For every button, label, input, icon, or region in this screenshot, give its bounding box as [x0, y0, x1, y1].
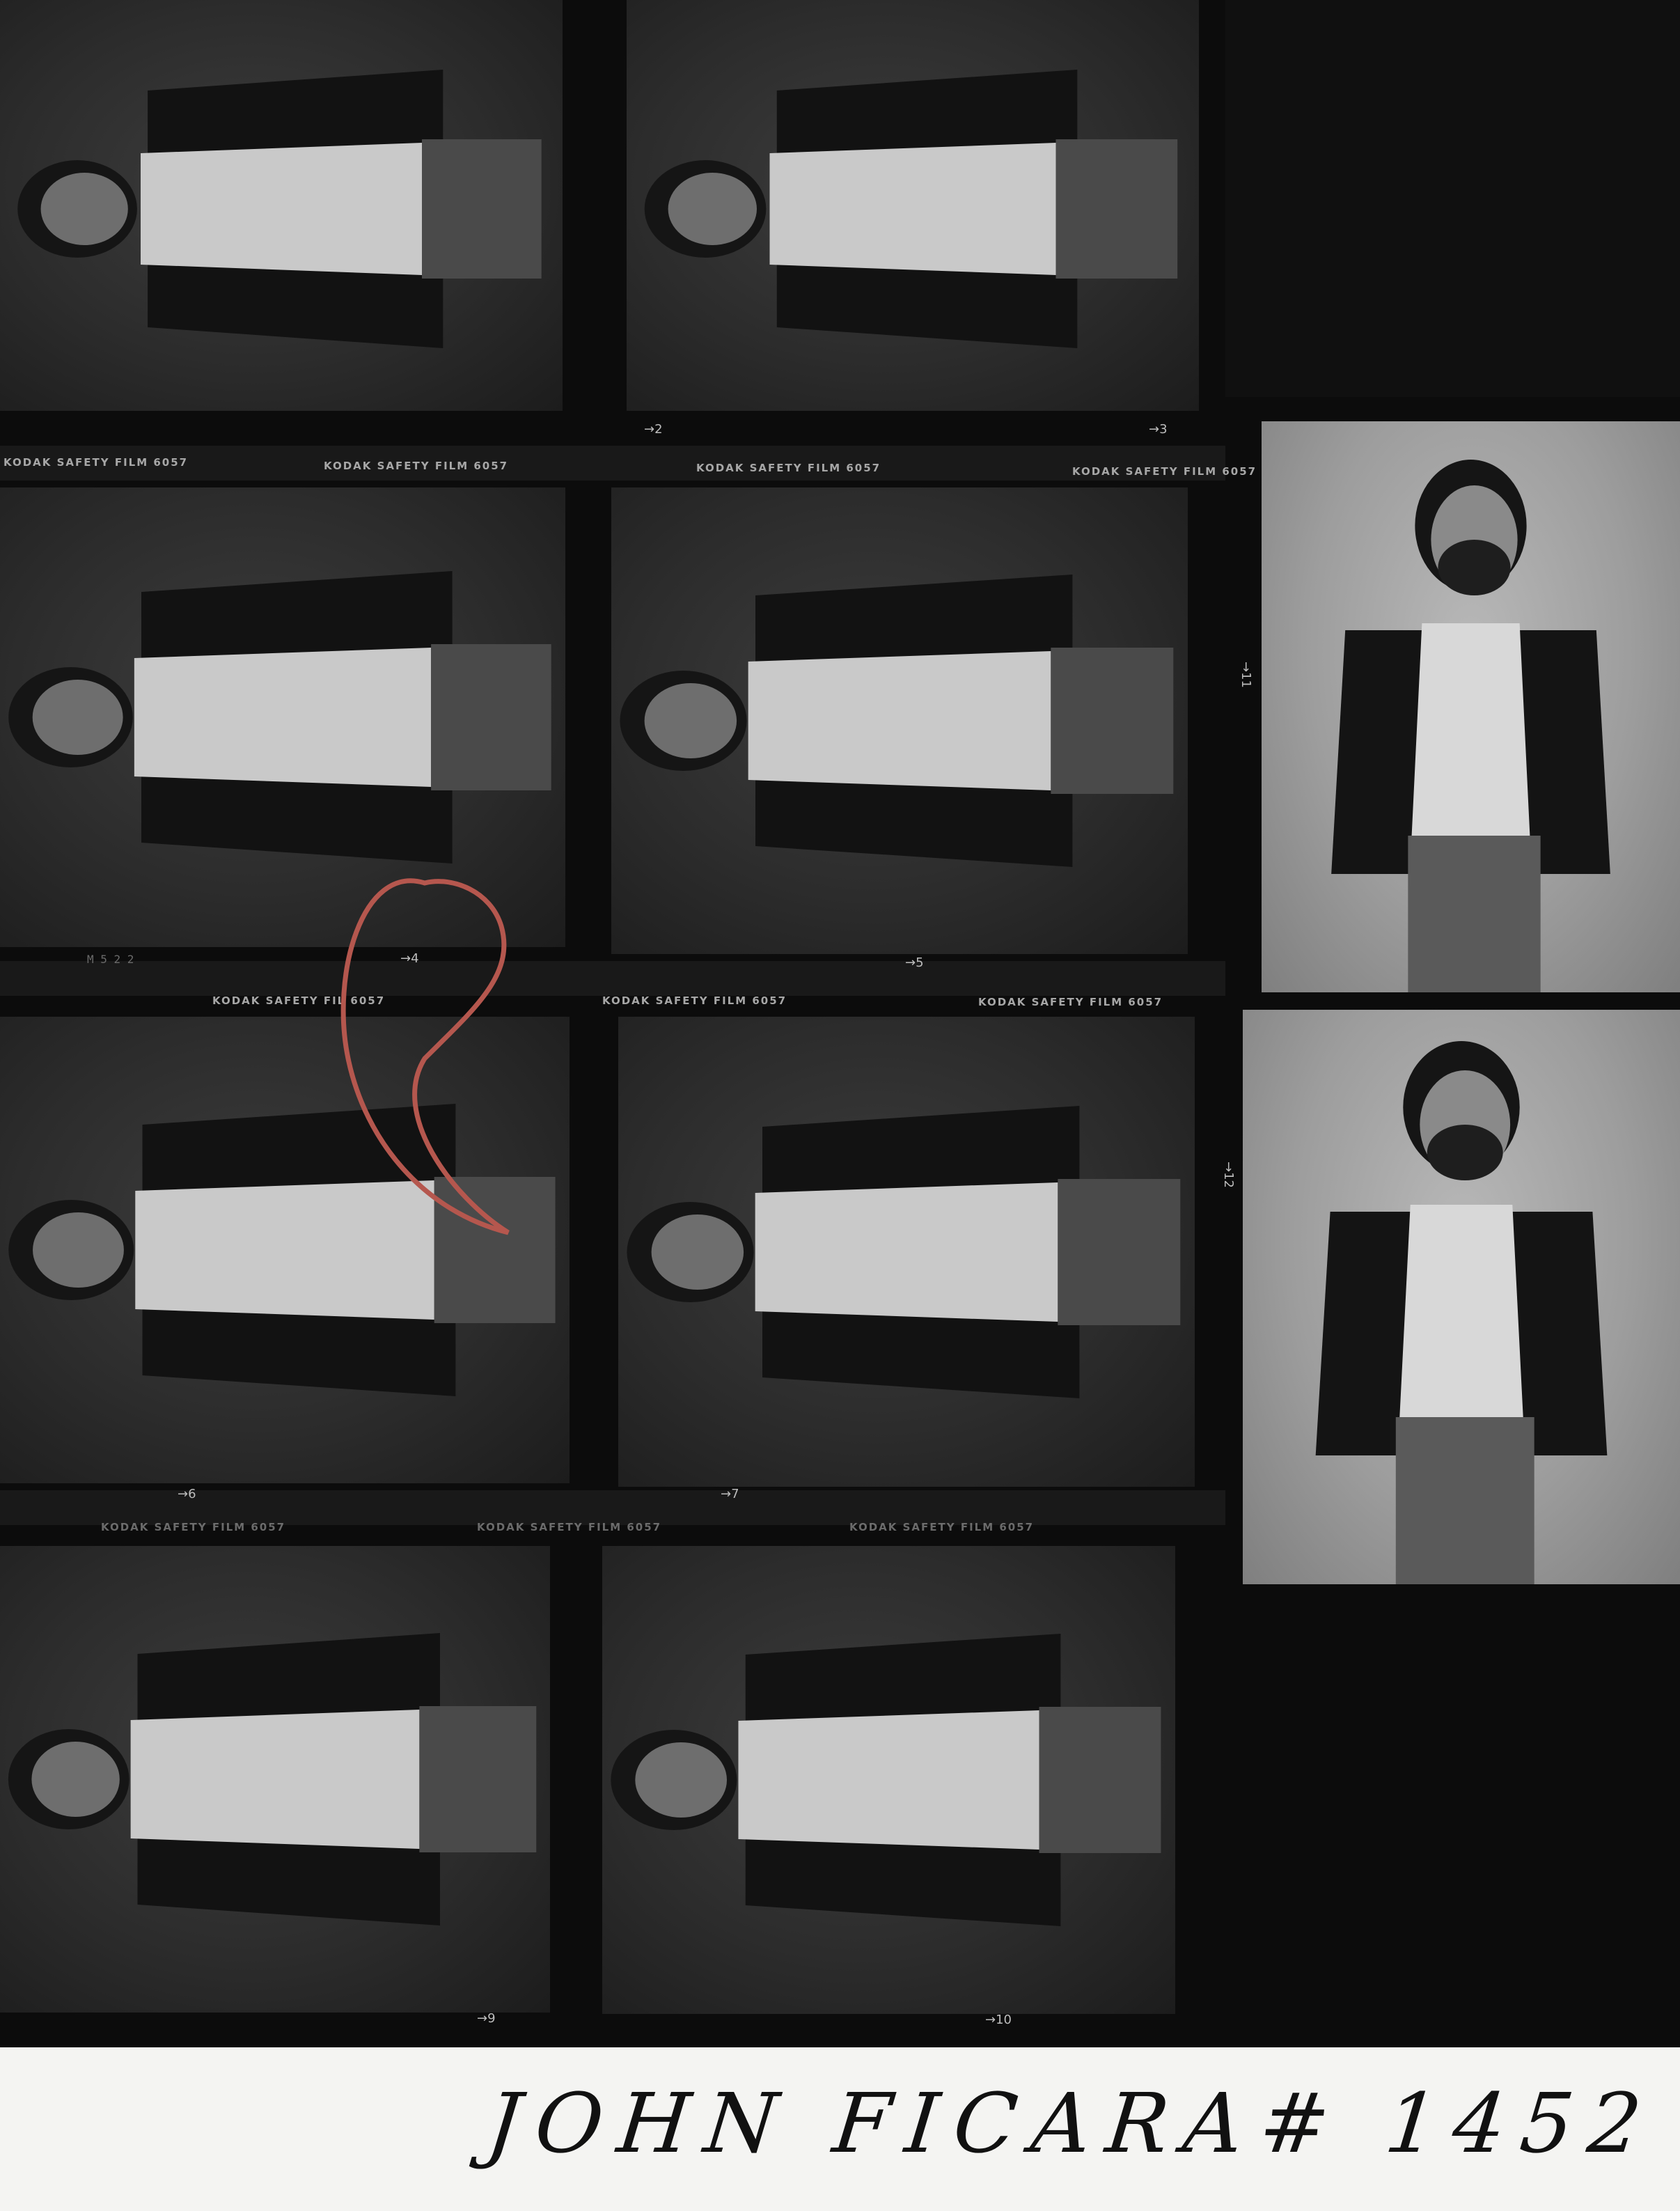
frame-5: [611, 487, 1188, 954]
edge-print: KODAK SAFETY FILM 6057: [3, 456, 189, 469]
contact-sheet: →1 →2 →3 KODAK SAFETY FILM 6057 KODAK SA…: [0, 0, 1680, 2047]
frame-number: →2: [644, 422, 663, 437]
frame-11: [1262, 421, 1680, 992]
edge-print: KODAK SAFETY FILM 6057: [1072, 465, 1257, 478]
frame-number: →9: [477, 2011, 496, 2026]
frame-3-blank: [1225, 0, 1680, 397]
rebate-marks: M 5 2 2: [87, 953, 134, 966]
caption-area: JOHN FICARA # 1452: [0, 2047, 1680, 2211]
edge-print: KODAK SAFETY FILM 6057: [978, 996, 1163, 1008]
frame-number: →3: [1149, 422, 1168, 437]
frame-number: →11: [1239, 662, 1253, 688]
frame-7: [618, 1017, 1195, 1487]
portrait-rotated: [611, 1634, 1161, 1926]
frame-12: [1243, 1010, 1680, 1584]
portrait-rotated: [644, 70, 1178, 348]
edge-print: KODAK SAFETY FILM 6057: [101, 1521, 286, 1533]
frame-1: →1: [0, 0, 563, 411]
edge-print: KODAK SAFETY FILM 6057: [602, 994, 787, 1007]
frame-9: [0, 1546, 550, 2013]
frame-10: [602, 1546, 1175, 2014]
frame-4: [0, 487, 565, 947]
frame-number: →12: [1221, 1162, 1236, 1188]
frame-6: [0, 1017, 570, 1483]
frame-number: →7: [721, 1487, 739, 1501]
portrait-rotated: [620, 575, 1174, 867]
frame-number: →10: [985, 2013, 1012, 2027]
edge-print: KODAK SAFETY FILM 6057: [324, 460, 509, 472]
edge-print: KODAK SAFETY FIL 6057: [212, 994, 386, 1007]
frame-number: →6: [178, 1487, 196, 1501]
photographer-name: JOHN FICARA: [482, 2075, 1264, 2171]
portrait-rotated: [17, 70, 542, 348]
portrait-rotated: [8, 1633, 537, 1925]
frame-2: [627, 0, 1199, 411]
portrait-rotated: [627, 1106, 1181, 1398]
edge-print: KODAK SAFETY FILM 6057: [849, 1521, 1035, 1533]
portrait-rotated: [8, 1104, 556, 1396]
edge-print: KODAK SAFETY FILM 6057: [696, 462, 881, 474]
portrait-upright: [1315, 1041, 1608, 1584]
film-rebate: [0, 961, 1225, 996]
frame-number: →4: [400, 951, 419, 966]
sheet-number: # 1452: [1255, 2075, 1661, 2171]
frame-number: →5: [905, 955, 924, 970]
portrait-rotated: [8, 571, 551, 864]
edge-print: KODAK SAFETY FILM 6057: [477, 1521, 662, 1533]
portrait-upright: [1331, 460, 1610, 992]
